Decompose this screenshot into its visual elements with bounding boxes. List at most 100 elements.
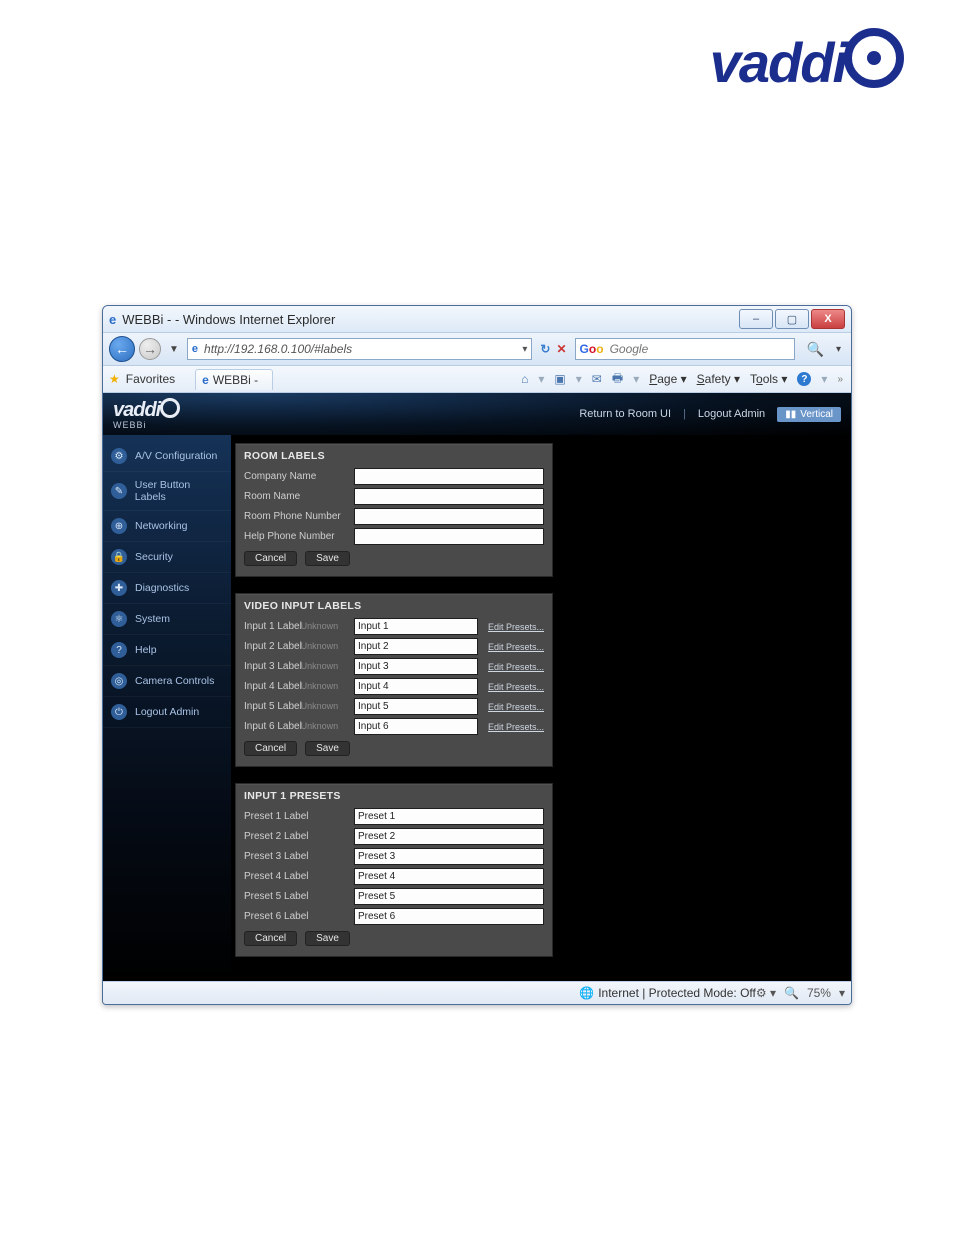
- input5-edit-presets-link[interactable]: Edit Presets...: [488, 702, 544, 712]
- preset2-label-input[interactable]: [354, 828, 544, 845]
- input4-label-input[interactable]: [354, 678, 478, 695]
- input1-presets-heading: INPUT 1 PRESETS: [244, 790, 544, 802]
- sidebar-item-camera-controls[interactable]: ◎Camera Controls: [103, 666, 231, 697]
- browser-window: e WEBBi - - Windows Internet Explorer – …: [102, 305, 852, 1005]
- av-config-icon: ⚙: [111, 448, 127, 464]
- input4-edit-presets-link[interactable]: Edit Presets...: [488, 682, 544, 692]
- favorites-star-icon[interactable]: ★: [109, 372, 120, 386]
- presets-cancel-button[interactable]: Cancel: [244, 931, 297, 946]
- sidebar-item-security[interactable]: 🔒Security: [103, 542, 231, 573]
- home-icon[interactable]: ⌂: [521, 372, 528, 386]
- video-input-labels-panel: VIDEO INPUT LABELS Input 1 Label Unknown…: [235, 593, 553, 767]
- address-input[interactable]: [202, 341, 518, 357]
- input6-edit-presets-link[interactable]: Edit Presets...: [488, 722, 544, 732]
- room-labels-save-button[interactable]: Save: [305, 551, 350, 566]
- input6-label-input[interactable]: [354, 718, 478, 735]
- stop-button[interactable]: ✕: [556, 342, 566, 356]
- input3-edit-presets-link[interactable]: Edit Presets...: [488, 662, 544, 672]
- feeds-icon[interactable]: ▣: [554, 372, 565, 386]
- video-inputs-save-button[interactable]: Save: [305, 741, 350, 756]
- favorites-label[interactable]: Favorites: [126, 372, 175, 386]
- preset4-label-input[interactable]: [354, 868, 544, 885]
- status-tools-icon[interactable]: ⚙ ▾: [756, 986, 776, 1000]
- preset6-label-input[interactable]: [354, 908, 544, 925]
- room-phone-input[interactable]: [354, 508, 544, 525]
- sidebar-item-networking[interactable]: ⊕Networking: [103, 511, 231, 542]
- safety-menu[interactable]: Safety ▾: [697, 372, 740, 386]
- input5-label-input[interactable]: [354, 698, 478, 715]
- address-box[interactable]: e ▾: [187, 338, 533, 360]
- refresh-button[interactable]: ↻: [540, 342, 550, 356]
- status-text: Internet | Protected Mode: Off: [598, 986, 756, 1000]
- input1-edit-presets-link[interactable]: Edit Presets...: [488, 622, 544, 632]
- window-maximize-button[interactable]: ▢: [775, 309, 809, 329]
- help-phone-label: Help Phone Number: [244, 531, 348, 542]
- zoom-icon[interactable]: 🔍: [784, 986, 799, 1000]
- input1-label-input[interactable]: [354, 618, 478, 635]
- input2-label-input[interactable]: [354, 638, 478, 655]
- nav-history-dropdown[interactable]: ▼: [165, 344, 183, 355]
- favorites-bar: ★ Favorites e WEBBi - ⌂▾ ▣▾ ✉ 🖶▾ PPageag…: [103, 366, 851, 393]
- return-room-ui-link[interactable]: Return to Room UI: [579, 408, 671, 420]
- print-icon[interactable]: 🖶: [612, 369, 623, 390]
- diagnostics-icon: ✚: [111, 580, 127, 596]
- page-brand-logo: vaddi: [0, 0, 954, 95]
- company-name-label: Company Name: [244, 471, 348, 482]
- room-labels-panel: ROOM LABELS Company Name Room Name Room …: [235, 443, 553, 577]
- input2-edit-presets-link[interactable]: Edit Presets...: [488, 642, 544, 652]
- page-menu[interactable]: PPageage ▾: [649, 372, 686, 386]
- search-box[interactable]: Goo: [575, 338, 795, 360]
- window-close-button[interactable]: X: [811, 309, 845, 329]
- read-mail-icon[interactable]: ✉: [592, 372, 602, 386]
- window-minimize-button[interactable]: –: [739, 309, 773, 329]
- internet-zone-icon: 🌐: [579, 986, 594, 1000]
- sidebar-item-help[interactable]: ?Help: [103, 635, 231, 666]
- vertical-toggle-button[interactable]: ▮▮ Vertical: [777, 407, 841, 422]
- address-toolbar: ← → ▼ e ▾ ↻ ✕ Goo 🔍 ▾: [103, 332, 851, 366]
- command-bar: ⌂▾ ▣▾ ✉ 🖶▾ PPageage ▾ Safety ▾ Tools ▾ ?…: [513, 369, 851, 390]
- input3-label-input[interactable]: [354, 658, 478, 675]
- sidebar-item-logout-admin[interactable]: ⏻Logout Admin: [103, 697, 231, 728]
- tab-favicon-icon: e: [202, 373, 209, 387]
- search-provider-dropdown[interactable]: ▾: [832, 344, 845, 355]
- room-labels-heading: ROOM LABELS: [244, 450, 544, 462]
- app-logo: vaddi: [113, 398, 180, 422]
- preset1-label-input[interactable]: [354, 808, 544, 825]
- zoom-dropdown[interactable]: ▾: [839, 986, 845, 1000]
- help-phone-input[interactable]: [354, 528, 544, 545]
- preset5-label-input[interactable]: [354, 888, 544, 905]
- system-icon: ⚛: [111, 611, 127, 627]
- company-name-input[interactable]: [354, 468, 544, 485]
- sidebar-item-user-button-labels[interactable]: ✎User Button Labels: [103, 472, 231, 511]
- help-icon[interactable]: ?: [797, 372, 811, 386]
- zoom-level[interactable]: 75%: [807, 986, 831, 1000]
- browser-tab[interactable]: e WEBBi -: [195, 369, 273, 390]
- window-titlebar: e WEBBi - - Windows Internet Explorer – …: [103, 306, 851, 332]
- labels-icon: ✎: [111, 483, 127, 499]
- tools-menu[interactable]: Tools ▾: [750, 372, 787, 386]
- address-dropdown-icon[interactable]: ▾: [522, 344, 527, 355]
- app-logo-o-icon: [160, 398, 180, 418]
- sidebar-item-diagnostics[interactable]: ✚Diagnostics: [103, 573, 231, 604]
- nav-forward-button[interactable]: →: [139, 338, 161, 360]
- header-logout-admin-link[interactable]: Logout Admin: [698, 408, 765, 420]
- tab-label: WEBBi -: [213, 373, 258, 387]
- presets-save-button[interactable]: Save: [305, 931, 350, 946]
- search-submit-icon[interactable]: 🔍: [799, 341, 828, 358]
- nav-back-button[interactable]: ←: [109, 336, 135, 362]
- room-name-input[interactable]: [354, 488, 544, 505]
- search-input[interactable]: [608, 341, 790, 357]
- preset3-label-input[interactable]: [354, 848, 544, 865]
- lock-icon: 🔒: [111, 549, 127, 565]
- room-phone-label: Room Phone Number: [244, 511, 348, 522]
- room-name-label: Room Name: [244, 491, 348, 502]
- network-icon: ⊕: [111, 518, 127, 534]
- google-logo-icon: Goo: [580, 342, 604, 356]
- room-labels-cancel-button[interactable]: Cancel: [244, 551, 297, 566]
- window-title: WEBBi - - Windows Internet Explorer: [122, 312, 733, 327]
- video-inputs-cancel-button[interactable]: Cancel: [244, 741, 297, 756]
- input1-presets-panel: INPUT 1 PRESETS Preset 1 Label Preset 2 …: [235, 783, 553, 957]
- sidebar-item-av-configuration[interactable]: ⚙A/V Configuration: [103, 441, 231, 472]
- logout-icon: ⏻: [111, 704, 127, 720]
- sidebar-item-system[interactable]: ⚛System: [103, 604, 231, 635]
